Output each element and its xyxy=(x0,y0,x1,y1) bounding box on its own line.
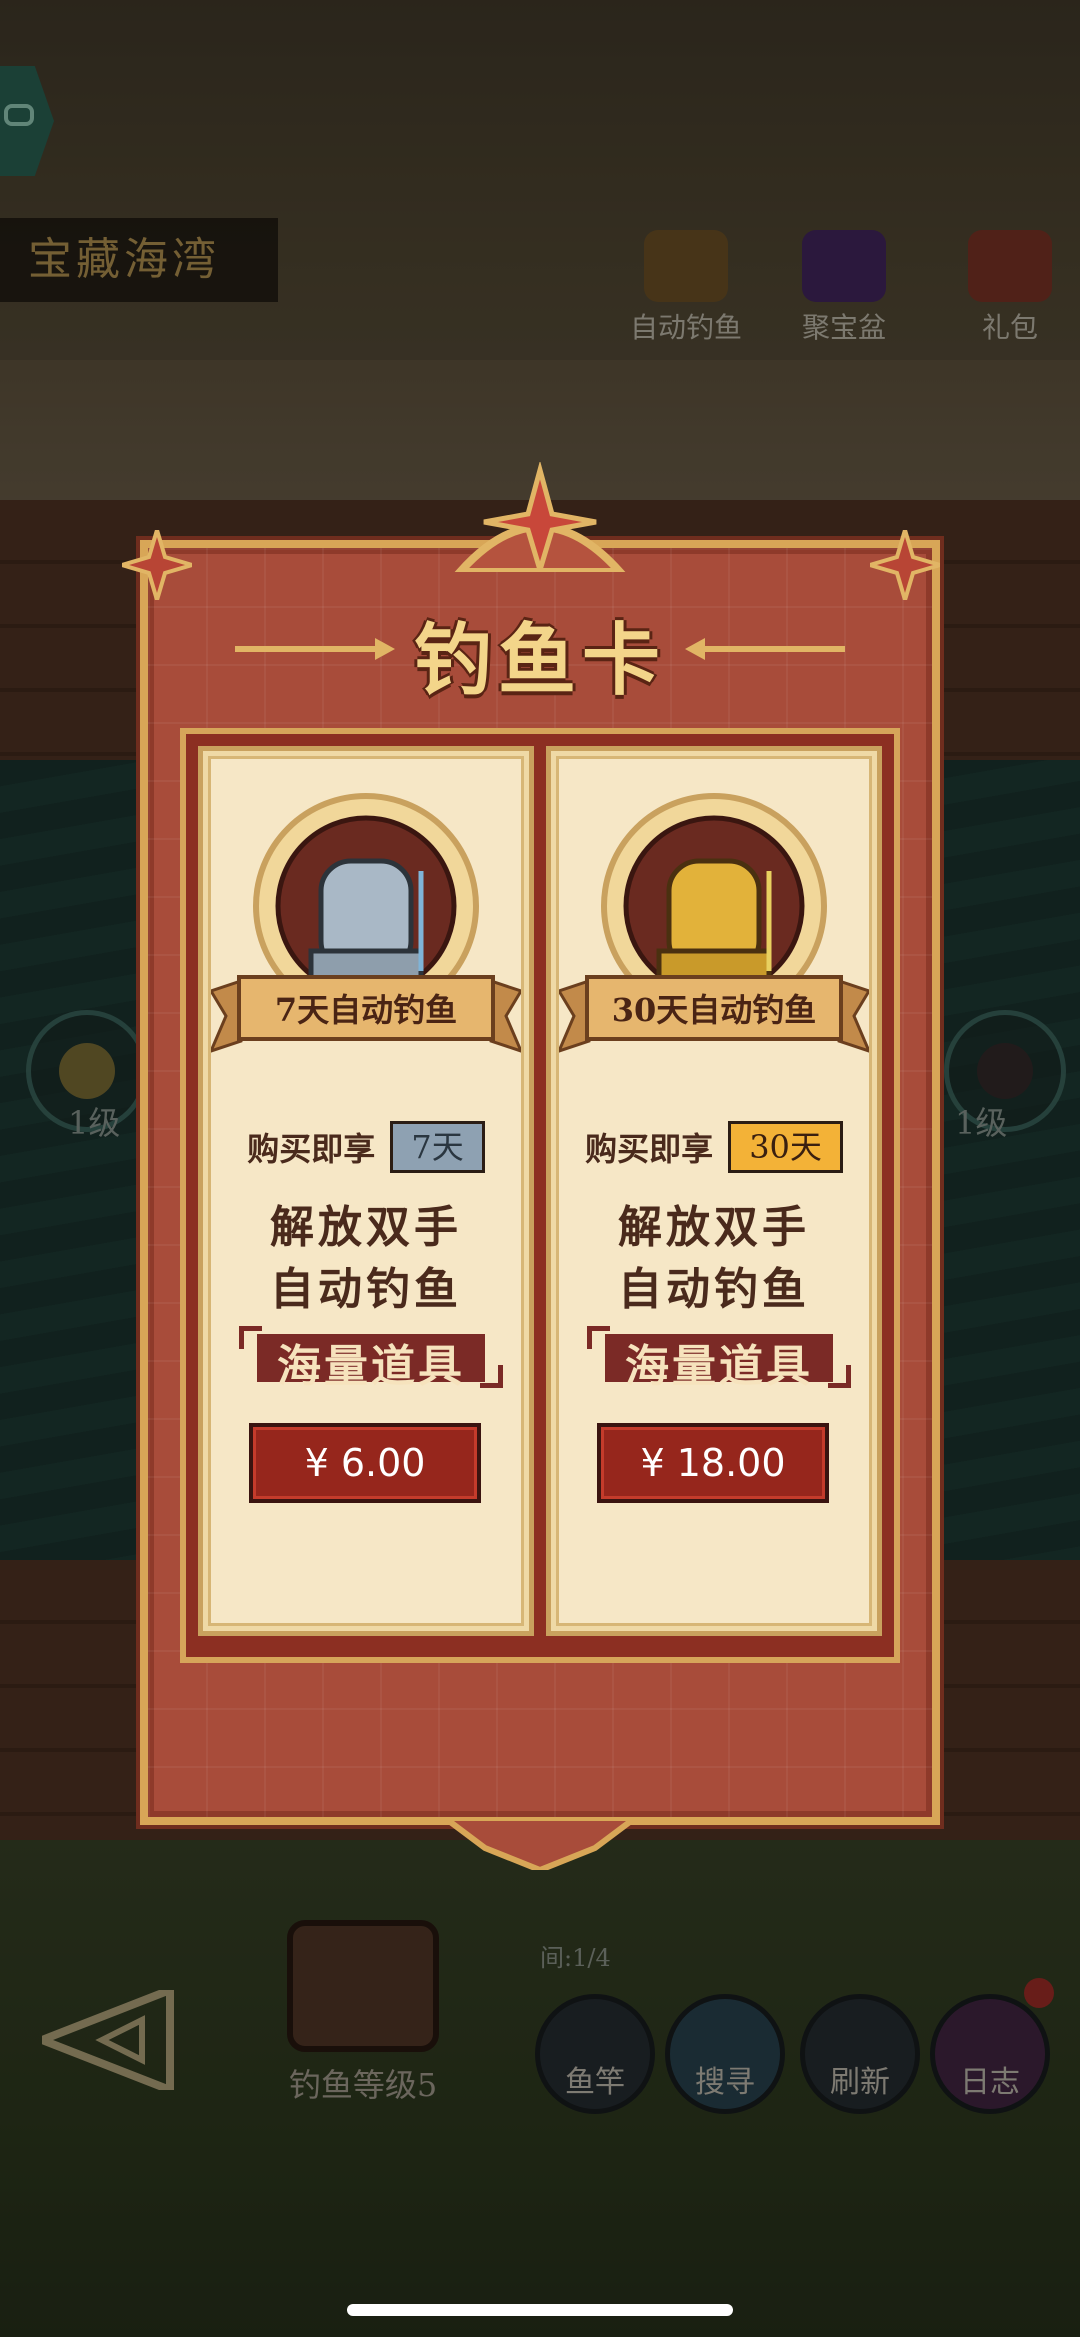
perk-row: 购买即享 7天 xyxy=(203,1121,529,1173)
feature-line-2: 自动钓鱼 xyxy=(618,1264,810,1315)
items-banner: 海量道具 xyxy=(239,1326,503,1392)
card-30-day: 30天自动钓鱼 购买即享 30天 解放双手 自动钓鱼 海量道具 ¥ 18.00 xyxy=(546,746,882,1636)
feature-line-1: 解放双手 xyxy=(270,1202,462,1253)
corner-star-icon xyxy=(870,530,940,600)
ribbon-label: 30天自动钓鱼 xyxy=(611,991,817,1029)
ribbon-label: 7天自动钓鱼 xyxy=(274,991,458,1029)
duration-badge: 7天 xyxy=(390,1121,485,1173)
perk-row: 购买即享 30天 xyxy=(551,1121,877,1173)
items-banner-text: 海量道具 xyxy=(625,1341,813,1392)
modal-bottom-ornament-icon xyxy=(445,1818,635,1870)
home-indicator[interactable] xyxy=(347,2304,733,2316)
buy-30-day-button[interactable]: ¥ 18.00 xyxy=(597,1423,829,1503)
duration-badge: 30天 xyxy=(728,1121,843,1173)
perk-label: 购买即享 xyxy=(247,1130,376,1168)
feature-line-2: 自动钓鱼 xyxy=(270,1264,462,1315)
items-banner: 海量道具 xyxy=(587,1326,851,1392)
modal-header: 钓鱼卡 xyxy=(140,598,940,706)
feature-line-1: 解放双手 xyxy=(618,1202,810,1253)
items-banner-text: 海量道具 xyxy=(277,1341,465,1392)
crest-star-icon xyxy=(454,462,626,572)
buy-7-day-button[interactable]: ¥ 6.00 xyxy=(249,1423,481,1503)
perk-label: 购买即享 xyxy=(585,1130,714,1168)
corner-star-icon xyxy=(122,530,192,600)
title-ornament-right-icon xyxy=(685,638,845,660)
card-7-day: 7天自动钓鱼 购买即享 7天 解放双手 自动钓鱼 海量道具 ¥ 6.00 xyxy=(198,746,534,1636)
